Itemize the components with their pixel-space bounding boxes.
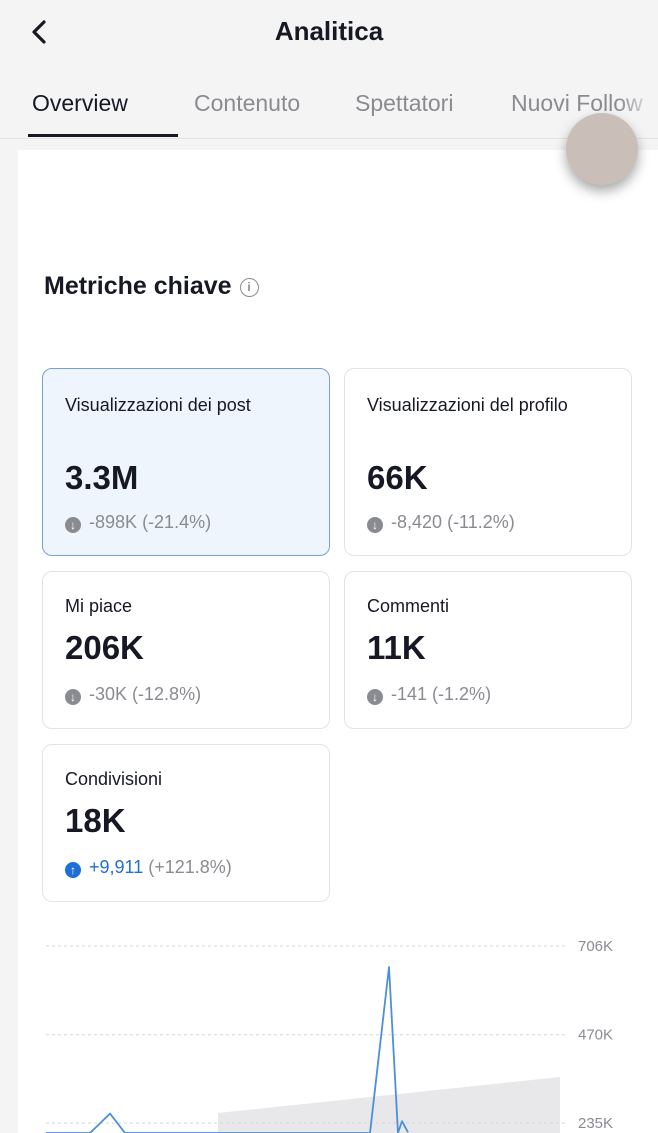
section-title: Metriche chiave i — [44, 272, 259, 301]
y-tick-label: 235K — [578, 1115, 613, 1132]
arrow-down-circle-icon: ↓ — [65, 517, 81, 533]
metric-label: Visualizzazioni del profilo — [367, 395, 568, 415]
metric-delta: ↓ -141 (-1.2%) — [367, 684, 491, 705]
delta-number: -141 — [391, 684, 428, 704]
page-title: Analitica — [274, 16, 384, 46]
top-bar: Analitica — [0, 0, 658, 70]
tab-spettatori[interactable]: Spettatori — [355, 90, 453, 117]
arrow-down-circle-icon: ↓ — [367, 517, 383, 533]
metric-label: Condivisioni — [65, 769, 163, 789]
delta-number: +9,911 — [89, 857, 144, 877]
metric-label: Visualizzazioni dei post — [65, 395, 251, 415]
metric-label: Commenti — [367, 596, 450, 616]
info-icon[interactable]: i — [239, 278, 259, 297]
metric-label: Mi piace — [65, 596, 133, 616]
metric-value: 18K — [65, 802, 126, 839]
metric-line-chart: 706K 470K 235K — [46, 938, 613, 1133]
delta-percent: (-21.4%) — [142, 512, 212, 532]
tab-overview[interactable]: Overview — [32, 90, 128, 117]
arrow-up-circle-icon: ↑ — [65, 862, 81, 878]
delta-number: -898K — [89, 512, 138, 532]
metric-value: 3.3M — [65, 459, 139, 496]
delta-percent: (-1.2%) — [432, 684, 492, 704]
metric-delta: ↓ -30K (-12.8%) — [65, 684, 201, 705]
tab-bar: Overview Contenuto Spettatori Nuovi Foll… — [0, 76, 658, 139]
metric-value: 66K — [367, 459, 428, 496]
metric-delta: ↓ -898K (-21.4%) — [65, 512, 211, 533]
metric-card-post-views[interactable]: Visualizzazioni dei post 3.3M ↓ -898K (-2… — [42, 368, 330, 556]
metric-value: 206K — [65, 629, 144, 666]
metric-card-comments[interactable]: Commenti 11K ↓ -141 (-1.2%) — [344, 571, 632, 729]
tab-contenuto[interactable]: Contenuto — [194, 90, 300, 117]
y-tick-label: 706K — [578, 938, 613, 955]
floating-touch-indicator — [566, 113, 638, 185]
delta-percent: (+121.8%) — [148, 857, 232, 877]
metric-delta: ↑ +9,911 (+121.8%) — [65, 857, 232, 878]
delta-percent: (-11.2%) — [447, 512, 515, 532]
chart-shadow-band — [218, 1077, 560, 1133]
active-tab-indicator — [28, 134, 178, 137]
arrow-down-circle-icon: ↓ — [367, 689, 383, 705]
metric-delta: ↓ -8,420 (-11.2%) — [367, 512, 515, 533]
delta-number: -30K — [89, 684, 128, 704]
y-tick-label: 470K — [578, 1027, 613, 1044]
delta-number: -8,420 — [391, 512, 443, 532]
metric-card-shares[interactable]: Condivisioni 18K ↑ +9,911 (+121.8%) — [42, 744, 330, 902]
metric-card-likes[interactable]: Mi piace 206K ↓ -30K (-12.8%) — [42, 571, 330, 729]
metric-value: 11K — [367, 629, 426, 666]
delta-percent: (-12.8%) — [132, 684, 202, 704]
arrow-down-circle-icon: ↓ — [65, 689, 81, 705]
section-title-text: Metriche chiave — [44, 272, 232, 300]
metric-card-profile-views[interactable]: Visualizzazioni del profilo 66K ↓ -8,420 … — [344, 368, 632, 556]
